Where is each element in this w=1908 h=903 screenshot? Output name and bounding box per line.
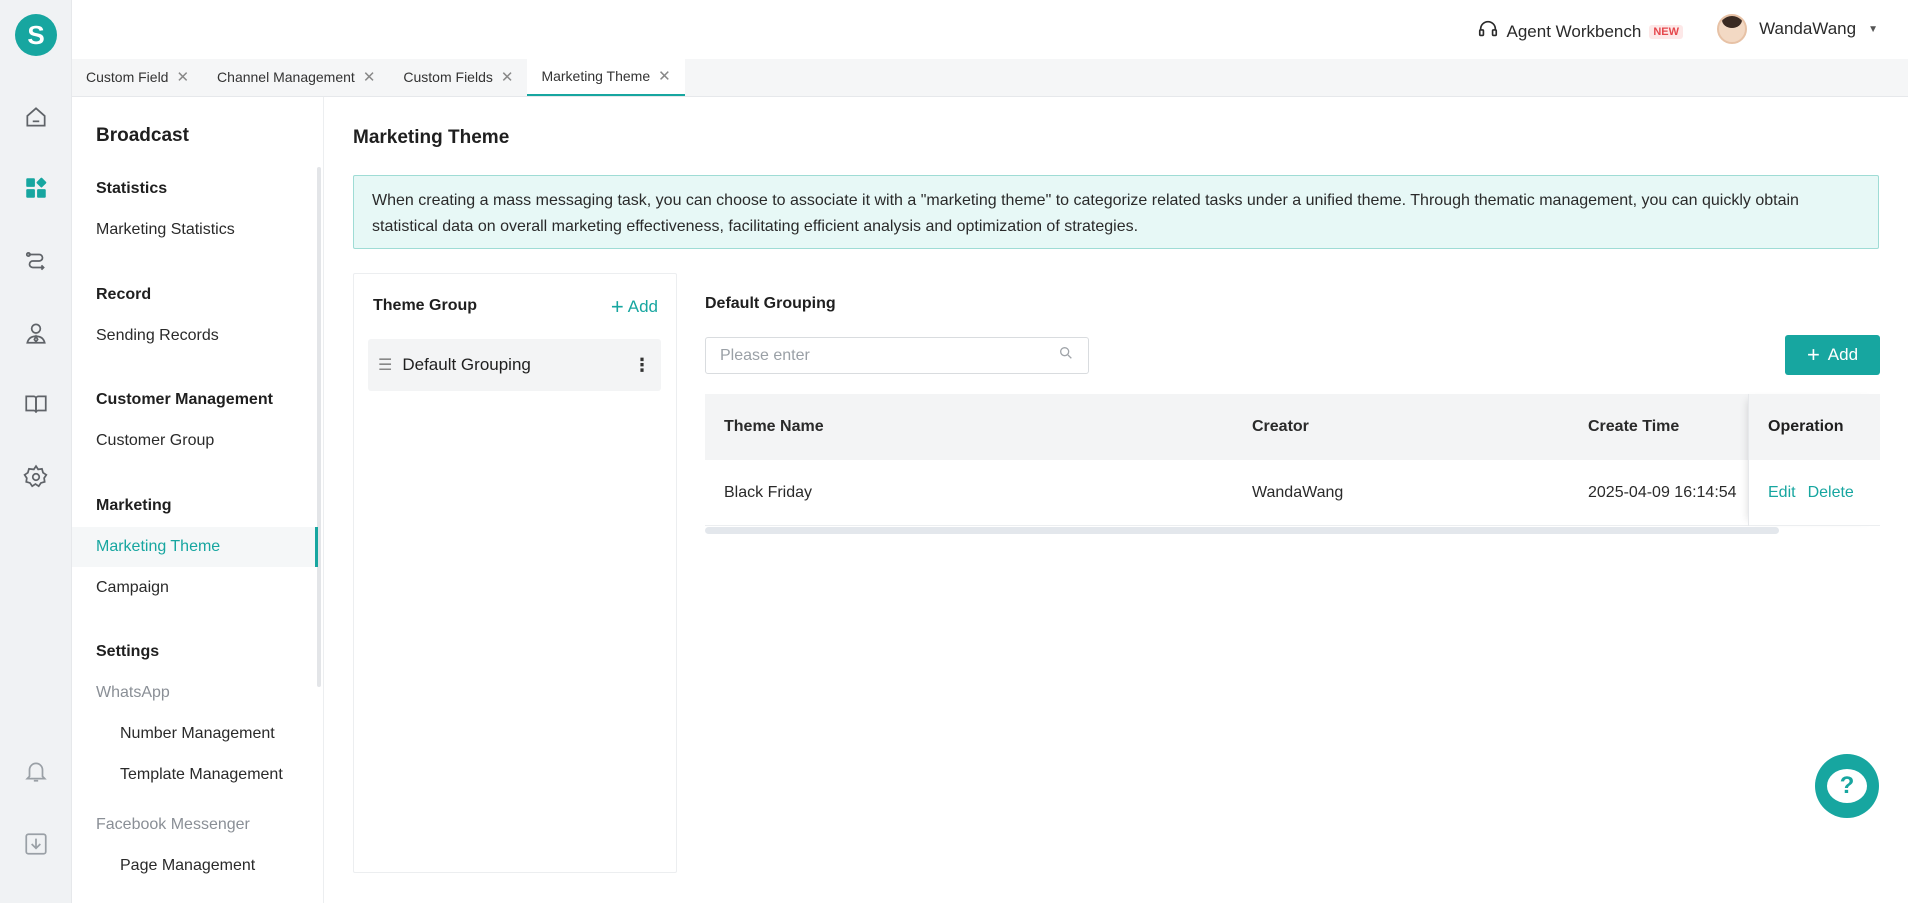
caret-down-icon: ▼ <box>1868 23 1878 35</box>
sidebar-subgroup-facebook-messenger[interactable]: Facebook Messenger <box>96 816 250 834</box>
tab-label: Channel Management <box>217 69 355 85</box>
headset-icon <box>1477 18 1499 45</box>
tab-label: Custom Fields <box>403 69 493 85</box>
home-icon[interactable] <box>20 101 52 133</box>
sidebar-item-number-management[interactable]: Number Management <box>120 725 275 743</box>
tab-custom-field[interactable]: Custom Field ✕ <box>72 58 203 96</box>
themes-table: Theme Name Creator Create Time Black Fri… <box>705 394 1880 534</box>
search-placeholder: Please enter <box>720 346 810 364</box>
sidebar-item-sending-records[interactable]: Sending Records <box>96 327 219 345</box>
bell-icon[interactable] <box>20 755 52 787</box>
plus-icon: + <box>610 294 624 319</box>
close-icon[interactable]: ✕ <box>501 68 514 86</box>
broadcast-sidebar: Broadcast Statistics Marketing Statistic… <box>72 97 324 903</box>
tab-channel-management[interactable]: Channel Management ✕ <box>203 58 389 96</box>
help-icon: ? <box>1827 769 1867 803</box>
main-content: Marketing Theme When creating a mass mes… <box>324 97 1908 903</box>
tab-label: Marketing Theme <box>541 68 651 84</box>
apps-icon[interactable] <box>20 172 52 204</box>
tab-marketing-theme[interactable]: Marketing Theme ✕ <box>527 58 685 96</box>
create-time-cell: 2025-04-09 16:14:54 <box>1588 484 1737 501</box>
sidebar-item-marketing-statistics[interactable]: Marketing Statistics <box>96 221 235 239</box>
avatar <box>1717 14 1748 44</box>
more-vertical-icon[interactable]: ⋮ <box>633 355 651 376</box>
agent-workbench-label: Agent Workbench <box>1506 21 1642 41</box>
left-rail: S <box>0 0 72 903</box>
page-title: Marketing Theme <box>353 127 510 148</box>
info-notice: When creating a mass messaging task, you… <box>353 175 1879 249</box>
app-logo[interactable]: S <box>15 14 57 56</box>
row-actions: Edit Delete <box>1768 460 1866 526</box>
agent-workbench-link[interactable]: Agent Workbench NEW <box>1477 18 1683 45</box>
sidebar-item-customer-group[interactable]: Customer Group <box>96 432 214 450</box>
group-record: Record <box>96 286 152 303</box>
table-header: Theme Name Creator Create Time <box>705 394 1880 460</box>
close-icon[interactable]: ✕ <box>363 68 376 86</box>
column-operation[interactable]: Operation <box>1749 394 1862 460</box>
top-bar: Agent Workbench NEW WandaWang ▼ <box>72 0 1908 59</box>
group-marketing: Marketing <box>96 497 172 514</box>
drag-handle-icon[interactable]: ☰ <box>378 355 392 375</box>
sidebar-item-campaign[interactable]: Campaign <box>96 579 169 597</box>
theme-group-panel: Theme Group + Add ☰ Default Grouping ⋮ <box>353 273 677 873</box>
close-icon[interactable]: ✕ <box>176 68 189 86</box>
tab-label: Custom Field <box>86 69 169 85</box>
search-input[interactable]: Please enter <box>705 337 1089 374</box>
help-button[interactable]: ? <box>1815 754 1879 818</box>
group-settings: Settings <box>96 643 160 660</box>
add-group-label: Add <box>627 297 658 316</box>
delete-link[interactable]: Delete <box>1808 484 1854 502</box>
add-group-button[interactable]: + Add <box>611 296 658 318</box>
sidebar-item-template-management[interactable]: Template Management <box>120 766 283 784</box>
column-theme-name[interactable]: Theme Name <box>724 394 824 460</box>
new-badge: NEW <box>1649 24 1683 39</box>
contact-icon[interactable] <box>20 317 52 349</box>
add-theme-label: Add <box>1827 345 1859 364</box>
gear-icon[interactable] <box>20 461 52 493</box>
sidebar-item-page-management[interactable]: Page Management <box>120 857 255 875</box>
column-create-time[interactable]: Create Time <box>1588 394 1679 460</box>
edit-link[interactable]: Edit <box>1768 484 1796 502</box>
search-icon <box>1058 345 1074 366</box>
close-icon[interactable]: ✕ <box>658 67 671 85</box>
theme-group-title: Theme Group <box>373 297 478 314</box>
user-name: WandaWang <box>1759 19 1857 38</box>
user-menu[interactable]: WandaWang ▼ <box>1717 14 1878 44</box>
route-icon[interactable] <box>20 245 52 277</box>
grouping-title: Default Grouping <box>705 295 836 312</box>
sidebar-scrollbar[interactable] <box>317 167 321 687</box>
sidebar-subgroup-whatsapp[interactable]: WhatsApp <box>96 684 170 702</box>
table-row: Black Friday WandaWang 2025-04-09 16:14:… <box>705 460 1880 526</box>
tab-custom-fields[interactable]: Custom Fields ✕ <box>389 58 527 96</box>
creator-cell: WandaWang <box>1252 484 1344 501</box>
book-icon[interactable] <box>20 388 52 420</box>
group-statistics: Statistics <box>96 180 168 197</box>
download-icon[interactable] <box>20 828 52 860</box>
group-customer-management: Customer Management <box>96 391 273 408</box>
column-creator[interactable]: Creator <box>1252 394 1309 460</box>
add-theme-button[interactable]: + Add <box>1785 335 1880 375</box>
sidebar-title: Broadcast <box>96 125 189 146</box>
plus-icon: + <box>1806 342 1820 367</box>
horizontal-scrollbar[interactable] <box>705 527 1779 534</box>
theme-name-cell: Black Friday <box>724 484 813 501</box>
group-item-label: Default Grouping <box>402 355 531 374</box>
group-item-default[interactable]: ☰ Default Grouping ⋮ <box>368 339 661 391</box>
page-tabs: Custom Field ✕ Channel Management ✕ Cust… <box>72 58 1908 97</box>
sidebar-item-marketing-theme[interactable]: Marketing Theme <box>96 538 220 556</box>
operation-column: Operation Edit Delete <box>1748 394 1880 526</box>
